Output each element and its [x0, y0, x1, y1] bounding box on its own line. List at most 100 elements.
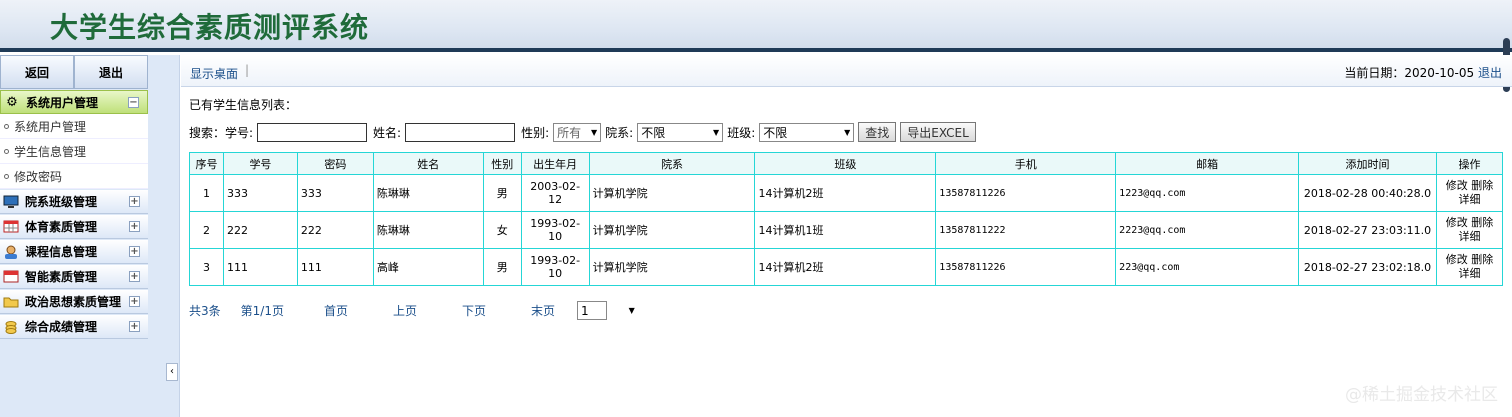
sidebar-group-label: 系统用户管理 — [26, 95, 99, 110]
cell-name: 高峰 — [372, 248, 484, 286]
prev-page-link[interactable]: 上页 — [393, 302, 417, 319]
student-id-input[interactable] — [257, 122, 368, 142]
dept-select[interactable]: 不限 ▼ — [637, 122, 724, 142]
delete-link[interactable]: 删除 — [1471, 179, 1493, 192]
cell-index: 1 — [189, 174, 224, 212]
chevron-down-icon: ▼ — [844, 127, 851, 137]
next-page-link[interactable]: 下页 — [462, 302, 486, 319]
calendar-icon — [3, 270, 19, 284]
bullet-icon — [4, 173, 9, 179]
cell-department: 计算机学院 — [588, 211, 756, 249]
detail-link[interactable]: 详细 — [1458, 230, 1480, 243]
user-icon — [3, 245, 19, 259]
export-excel-button[interactable]: 导出EXCEL — [900, 122, 976, 142]
edit-link[interactable]: 修改 — [1446, 216, 1468, 229]
search-button[interactable]: 查找 — [858, 122, 897, 142]
expand-icon[interactable]: + — [129, 271, 140, 282]
exit-button[interactable]: 退出 — [74, 55, 148, 89]
sidebar-group-label: 政治思想素质管理 — [25, 295, 122, 309]
back-button[interactable]: 返回 — [0, 55, 74, 89]
cell-class: 14计算机1班 — [754, 211, 937, 249]
toolbar-separator: | — [245, 63, 250, 77]
cell-index: 3 — [189, 248, 224, 286]
student-table: 序号 学号 密码 姓名 性别 出生年月 院系 班级 手机 邮箱 添加时间 操作 … — [189, 152, 1504, 286]
current-date-text: 当前日期：2020-10-05 — [1344, 66, 1475, 80]
cell-name: 陈琳琳 — [372, 174, 484, 212]
col-index: 序号 — [189, 152, 224, 175]
detail-link[interactable]: 详细 — [1458, 267, 1480, 280]
cell-student-id: 111 — [222, 248, 298, 286]
sidebar-group-label: 体育素质管理 — [25, 220, 98, 234]
expand-icon[interactable]: + — [129, 321, 140, 332]
cell-password: 111 — [296, 248, 374, 286]
expand-icon[interactable]: + — [129, 296, 140, 307]
gear-icon: ⚙ — [6, 94, 18, 110]
sidebar-group-courses[interactable]: 课程信息管理 + — [0, 240, 148, 264]
sidebar-group-system-users[interactable]: ⚙ 系统用户管理 − — [0, 90, 148, 114]
sidebar-group-intelligence[interactable]: 智能素质管理 + — [0, 265, 148, 289]
cell-class: 14计算机2班 — [754, 174, 937, 212]
sidebar-group-department[interactable]: 院系班级管理 + — [0, 190, 148, 214]
expand-icon[interactable]: + — [129, 196, 140, 207]
col-name: 姓名 — [372, 152, 484, 175]
cell-name: 陈琳琳 — [372, 211, 484, 249]
cell-phone: 13587811226 — [935, 174, 1117, 212]
cell-student-id: 333 — [222, 174, 298, 212]
sidebar-item-change-password[interactable]: 修改密码 — [0, 164, 148, 189]
page-select[interactable]: 1 ▼ — [577, 301, 635, 320]
chevron-down-icon: ▼ — [628, 306, 635, 315]
gender-select[interactable]: 所有 ▼ — [553, 122, 602, 142]
expand-icon[interactable]: + — [129, 246, 140, 257]
student-id-label: 搜索：学号: — [189, 125, 254, 140]
col-actions: 操作 — [1435, 152, 1504, 175]
bullet-icon — [4, 123, 9, 129]
sidebar: 返回 退出 ⚙ 系统用户管理 − 系统用户管理 学生信息管理 修改密码 院系班级… — [0, 55, 148, 417]
pagination: 共3条 第1/1页 首页 上页 下页 末页 1 ▼ — [189, 301, 647, 320]
sidebar-group-overall[interactable]: 综合成绩管理 + — [0, 315, 148, 339]
col-birth: 出生年月 — [520, 152, 590, 175]
header-divider — [0, 48, 1512, 52]
cell-student-id: 222 — [222, 211, 298, 249]
name-input[interactable] — [405, 122, 516, 142]
name-label: 姓名: — [373, 125, 402, 140]
list-caption: 已有学生信息列表： — [189, 98, 298, 112]
col-added-time: 添加时间 — [1298, 152, 1437, 175]
total-count: 共3条 — [189, 304, 221, 318]
cell-gender: 男 — [482, 248, 522, 286]
sidebar-item-student-info[interactable]: 学生信息管理 — [0, 139, 148, 164]
edit-link[interactable]: 修改 — [1446, 179, 1468, 192]
delete-link[interactable]: 删除 — [1471, 216, 1493, 229]
sidebar-group-politics[interactable]: 政治思想素质管理 + — [0, 290, 148, 314]
logout-link[interactable]: 退出 — [1478, 66, 1502, 80]
cell-added-time: 2018-02-28 00:40:28.0 — [1298, 174, 1437, 212]
sidebar-top-buttons: 返回 退出 — [0, 55, 148, 89]
expand-icon[interactable]: + — [129, 221, 140, 232]
cell-department: 计算机学院 — [588, 248, 756, 286]
show-desktop-link[interactable]: 显示桌面 — [190, 65, 238, 82]
class-select[interactable]: 不限 ▼ — [759, 122, 855, 142]
table-row: 3 111 111 高峰 男 1993-02-10 计算机学院 14计算机2班 … — [189, 248, 1504, 286]
last-page-link[interactable]: 末页 — [531, 302, 555, 319]
delete-link[interactable]: 删除 — [1471, 253, 1493, 266]
app-title: 大学生综合素质测评系统 — [50, 11, 370, 44]
grid-icon — [3, 220, 19, 234]
cell-email: 2223@qq.com — [1115, 211, 1300, 249]
cell-password: 222 — [296, 211, 374, 249]
table-row: 1 333 333 陈琳琳 男 2003-02-12 计算机学院 14计算机2班… — [189, 174, 1504, 212]
collapse-sidebar-icon[interactable]: ‹ — [166, 363, 178, 381]
current-date: 当前日期：2020-10-05 退出 — [1344, 64, 1502, 81]
detail-link[interactable]: 详细 — [1458, 193, 1480, 206]
col-class: 班级 — [754, 152, 937, 175]
app-header: 大学生综合素质测评系统 — [0, 0, 1512, 52]
collapse-icon[interactable]: − — [128, 97, 139, 108]
sidebar-item-system-users[interactable]: 系统用户管理 — [0, 114, 148, 139]
page-select-value: 1 — [581, 303, 589, 318]
cell-added-time: 2018-02-27 23:02:18.0 — [1298, 248, 1437, 286]
main-content: 显示桌面 | 当前日期：2020-10-05 退出 已有学生信息列表： 搜索：学… — [181, 55, 1512, 417]
first-page-link[interactable]: 首页 — [324, 302, 348, 319]
cell-department: 计算机学院 — [588, 174, 756, 212]
sidebar-group-label: 院系班级管理 — [25, 195, 98, 209]
bullet-icon — [4, 148, 9, 154]
edit-link[interactable]: 修改 — [1446, 253, 1468, 266]
sidebar-group-sports[interactable]: 体育素质管理 + — [0, 215, 148, 239]
